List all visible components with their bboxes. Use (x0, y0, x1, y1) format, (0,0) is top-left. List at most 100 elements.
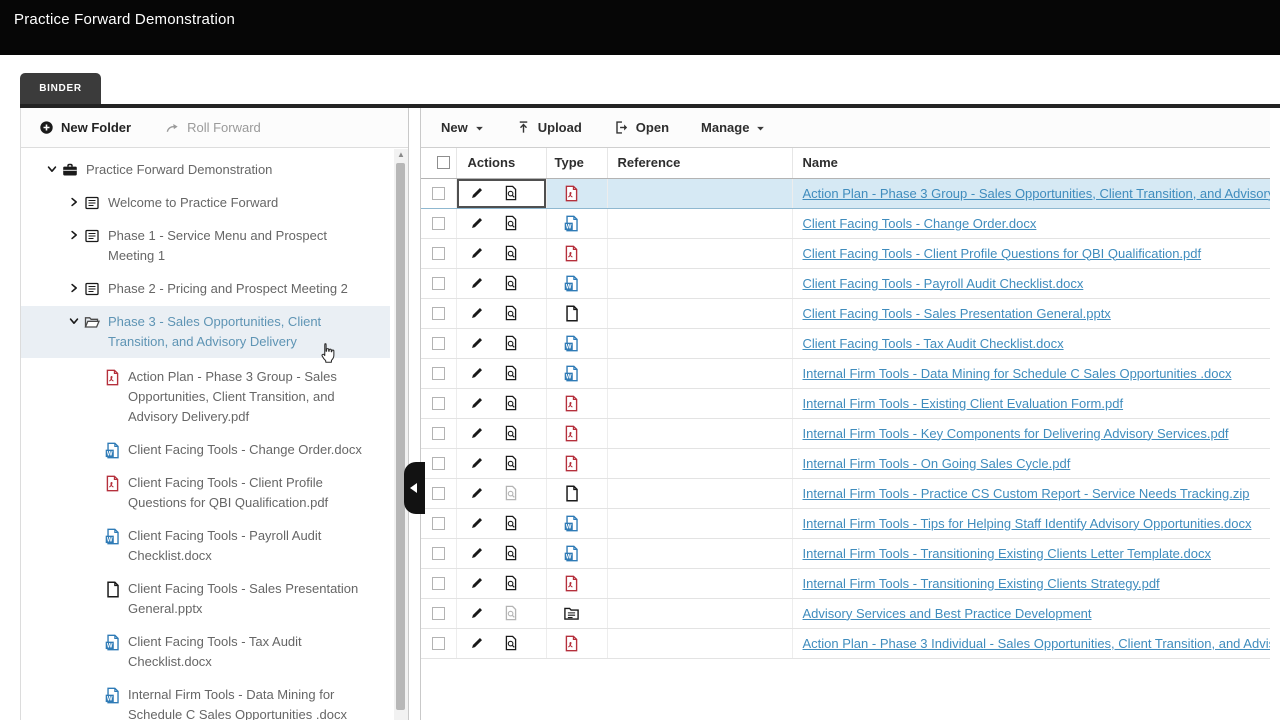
preview-document-icon[interactable] (503, 575, 519, 591)
edit-pencil-icon[interactable] (470, 305, 486, 321)
tree-file-item[interactable]: Client Facing Tools - Client Profile Que… (21, 473, 408, 513)
edit-pencil-icon[interactable] (470, 515, 486, 531)
tab-binder[interactable]: BINDER (20, 73, 101, 104)
column-header-actions[interactable]: Actions (456, 148, 546, 178)
chevron-right-icon[interactable] (69, 283, 84, 293)
row-checkbox[interactable] (432, 367, 445, 380)
preview-document-icon[interactable] (503, 365, 519, 381)
preview-document-icon[interactable] (503, 305, 519, 321)
tree-file-item[interactable]: WClient Facing Tools - Payroll Audit Che… (21, 526, 408, 566)
manage-button[interactable]: Manage (701, 120, 765, 135)
document-link[interactable]: Action Plan - Phase 3 Individual - Sales… (803, 636, 1271, 651)
row-checkbox[interactable] (432, 487, 445, 500)
edit-pencil-icon[interactable] (470, 635, 486, 651)
document-link[interactable]: Action Plan - Phase 3 Group - Sales Oppo… (803, 186, 1271, 201)
row-name-cell: Internal Firm Tools - Transitioning Exis… (792, 568, 1270, 598)
document-link[interactable]: Internal Firm Tools - Key Components for… (803, 426, 1229, 441)
row-checkbox[interactable] (432, 397, 445, 410)
preview-document-icon[interactable] (503, 275, 519, 291)
roll-forward-button[interactable]: Roll Forward (165, 120, 261, 135)
preview-document-icon[interactable] (503, 545, 519, 561)
preview-document-icon[interactable] (503, 395, 519, 411)
tree-file-item[interactable]: Client Facing Tools - Sales Presentation… (21, 579, 408, 619)
edit-pencil-icon[interactable] (470, 245, 486, 261)
document-link[interactable]: Internal Firm Tools - Data Mining for Sc… (803, 366, 1232, 381)
row-checkbox[interactable] (432, 457, 445, 470)
document-link[interactable]: Internal Firm Tools - Tips for Helping S… (803, 516, 1252, 531)
column-header-name[interactable]: Name (792, 148, 1270, 178)
new-button[interactable]: New (441, 120, 484, 135)
row-actions-cell (456, 538, 546, 568)
tree-scrollbar[interactable]: ▲ (394, 149, 408, 720)
preview-document-icon[interactable] (503, 215, 519, 231)
edit-pencil-icon[interactable] (470, 485, 486, 501)
scrollbar-up-arrow[interactable]: ▲ (394, 149, 408, 161)
tree-folder-item[interactable]: Phase 2 - Pricing and Prospect Meeting 2 (21, 279, 408, 299)
select-all-checkbox[interactable] (437, 156, 450, 169)
document-link[interactable]: Internal Firm Tools - On Going Sales Cyc… (803, 456, 1071, 471)
preview-document-icon[interactable] (503, 455, 519, 471)
document-link[interactable]: Internal Firm Tools - Transitioning Exis… (803, 546, 1211, 561)
preview-document-icon[interactable] (503, 425, 519, 441)
row-checkbox[interactable] (432, 307, 445, 320)
scrollbar-thumb[interactable] (396, 163, 405, 710)
row-reference-cell (607, 238, 792, 268)
new-folder-button[interactable]: New Folder (39, 120, 131, 135)
document-link[interactable]: Internal Firm Tools - Practice CS Custom… (803, 486, 1250, 501)
preview-document-icon[interactable] (503, 185, 519, 201)
row-checkbox[interactable] (432, 337, 445, 350)
edit-pencil-icon[interactable] (470, 545, 486, 561)
edit-pencil-icon[interactable] (470, 455, 486, 471)
edit-pencil-icon[interactable] (470, 365, 486, 381)
document-link[interactable]: Client Facing Tools - Change Order.docx (803, 216, 1037, 231)
edit-pencil-icon[interactable] (470, 275, 486, 291)
document-link[interactable]: Client Facing Tools - Payroll Audit Chec… (803, 276, 1084, 291)
preview-document-icon[interactable] (503, 515, 519, 531)
row-checkbox[interactable] (432, 247, 445, 260)
document-link[interactable]: Internal Firm Tools - Existing Client Ev… (803, 396, 1124, 411)
tree-folder-item[interactable]: Welcome to Practice Forward (21, 193, 408, 213)
edit-pencil-icon[interactable] (470, 605, 486, 621)
row-checkbox[interactable] (432, 637, 445, 650)
tree-folder-item[interactable]: Phase 1 - Service Menu and Prospect Meet… (21, 226, 408, 266)
chevron-down-icon[interactable] (69, 316, 84, 326)
collapse-panel-handle[interactable] (404, 462, 425, 514)
row-checkbox[interactable] (432, 517, 445, 530)
upload-button[interactable]: Upload (516, 120, 582, 135)
preview-document-icon[interactable] (503, 245, 519, 261)
document-link[interactable]: Client Facing Tools - Client Profile Que… (803, 246, 1202, 261)
tree-root-item[interactable]: Practice Forward Demonstration (21, 160, 408, 180)
document-link[interactable]: Client Facing Tools - Sales Presentation… (803, 306, 1111, 321)
tree-folder-item[interactable]: Phase 3 - Sales Opportunities, Client Tr… (21, 306, 390, 358)
edit-pencil-icon[interactable] (470, 395, 486, 411)
document-link[interactable]: Client Facing Tools - Tax Audit Checklis… (803, 336, 1064, 351)
svg-text:W: W (565, 224, 571, 230)
row-checkbox[interactable] (432, 277, 445, 290)
row-checkbox[interactable] (432, 547, 445, 560)
tree-file-item[interactable]: Action Plan - Phase 3 Group - Sales Oppo… (21, 367, 408, 427)
document-link[interactable]: Advisory Services and Best Practice Deve… (803, 606, 1092, 621)
edit-pencil-icon[interactable] (470, 575, 486, 591)
column-header-type[interactable]: Type (546, 148, 607, 178)
chevron-right-icon[interactable] (69, 197, 84, 207)
tree-file-item[interactable]: WClient Facing Tools - Change Order.docx (21, 440, 408, 460)
column-header-reference[interactable]: Reference (607, 148, 792, 178)
edit-pencil-icon[interactable] (470, 185, 486, 201)
preview-document-icon[interactable] (503, 335, 519, 351)
tree-file-item[interactable]: WInternal Firm Tools - Data Mining for S… (21, 685, 408, 720)
tree-file-item[interactable]: WClient Facing Tools - Tax Audit Checkli… (21, 632, 408, 672)
row-checkbox[interactable] (432, 577, 445, 590)
preview-document-icon[interactable] (503, 635, 519, 651)
row-checkbox[interactable] (432, 607, 445, 620)
pdf-icon (104, 475, 121, 492)
chevron-down-icon[interactable] (47, 164, 62, 174)
edit-pencil-icon[interactable] (470, 335, 486, 351)
row-checkbox[interactable] (432, 217, 445, 230)
row-checkbox[interactable] (432, 427, 445, 440)
row-checkbox[interactable] (432, 187, 445, 200)
open-button[interactable]: Open (614, 120, 669, 135)
edit-pencil-icon[interactable] (470, 215, 486, 231)
document-link[interactable]: Internal Firm Tools - Transitioning Exis… (803, 576, 1160, 591)
edit-pencil-icon[interactable] (470, 425, 486, 441)
chevron-right-icon[interactable] (69, 230, 84, 240)
